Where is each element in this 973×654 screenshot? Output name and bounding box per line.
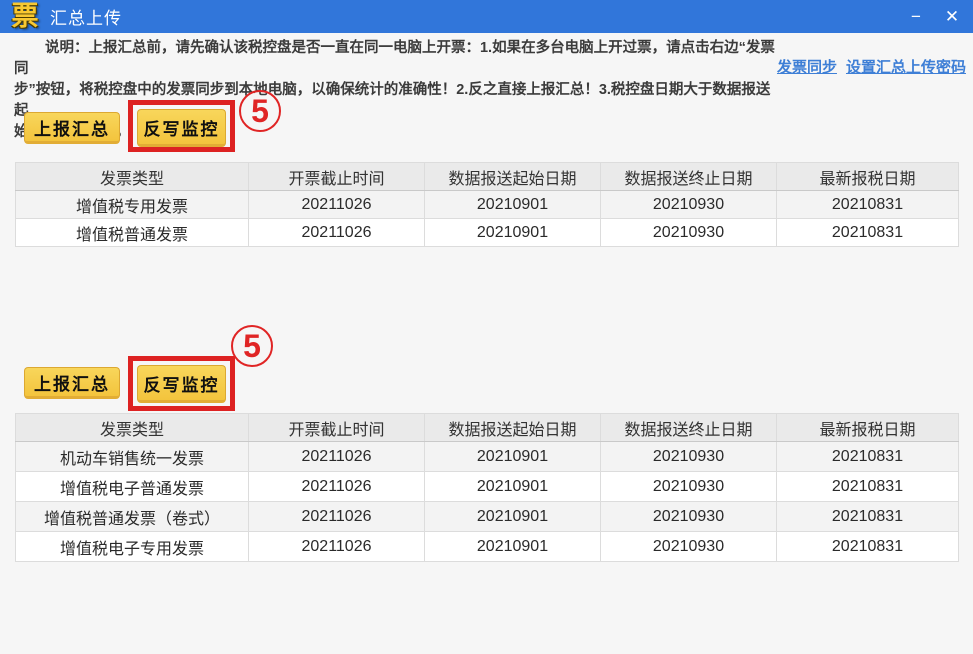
table-cell: 20210831 [776,471,959,502]
table-cell: 20210831 [776,441,959,472]
table-cell: 20210901 [424,471,601,502]
table-cell: 20211026 [248,218,425,247]
table-cell: 增值税电子普通发票 [15,471,249,502]
close-button[interactable]: ✕ [937,3,967,31]
column-header: 开票截止时间 [248,162,425,191]
table-cell: 20210901 [424,190,601,219]
table-row: 增值税专用发票 20211026 20210901 20210930 20210… [15,190,959,219]
table-cell: 20210930 [600,501,777,532]
note-line: 始日期才能上报。 [14,122,784,143]
writeback-monitor-button[interactable]: 反写监控 [137,365,226,403]
table-cell: 20210831 [776,190,959,219]
column-header: 发票类型 [15,413,249,442]
table-cell: 20211026 [248,531,425,562]
invoice-sync-link[interactable]: 发票同步 [777,56,837,77]
report-summary-button[interactable]: 上报汇总 [24,112,120,144]
table-cell: 20210831 [776,218,959,247]
invoice-table-2: 发票类型 开票截止时间 数据报送起始日期 数据报送终止日期 最新报税日期 机动车… [15,413,959,562]
table-cell: 20211026 [248,190,425,219]
table-cell: 20210901 [424,441,601,472]
top-right-links: 发票同步 设置汇总上传密码 [777,56,966,77]
table-cell: 20210930 [600,190,777,219]
report-summary-button[interactable]: 上报汇总 [24,367,120,399]
column-header: 开票截止时间 [248,413,425,442]
column-header: 最新报税日期 [776,162,959,191]
column-header: 最新报税日期 [776,413,959,442]
app-logo-icon: 票 [11,0,39,31]
column-header: 数据报送终止日期 [600,413,777,442]
column-header: 数据报送起始日期 [424,162,601,191]
table-cell: 20210901 [424,501,601,532]
table-cell: 增值税普通发票 [15,218,249,247]
table-row: 增值税电子普通发票 20211026 20210901 20210930 202… [15,471,959,502]
step-5-badge: 5 [231,325,273,367]
table-header-row: 发票类型 开票截止时间 数据报送起始日期 数据报送终止日期 最新报税日期 [15,413,959,442]
table-cell: 机动车销售统一发票 [15,441,249,472]
instruction-note: 说明：上报汇总前，请先确认该税控盘是否一直在同一电脑上开票：1.如果在多台电脑上… [14,38,784,143]
table-cell: 20210831 [776,531,959,562]
table-cell: 20210901 [424,531,601,562]
writeback-monitor-button[interactable]: 反写监控 [137,109,226,147]
table-cell: 20210831 [776,501,959,532]
table-cell: 增值税电子专用发票 [15,531,249,562]
summary-upload-window: 票 汇总上传 − ✕ 说明：上报汇总前，请先确认该税控盘是否一直在同一电脑上开票… [0,0,973,654]
set-upload-password-link[interactable]: 设置汇总上传密码 [846,56,966,77]
table-cell: 增值税专用发票 [15,190,249,219]
table-row: 增值税普通发票 20211026 20210901 20210930 20210… [15,218,959,247]
table-header-row: 发票类型 开票截止时间 数据报送起始日期 数据报送终止日期 最新报税日期 [15,162,959,191]
table-cell: 20210930 [600,471,777,502]
invoice-table-1: 发票类型 开票截止时间 数据报送起始日期 数据报送终止日期 最新报税日期 增值税… [15,162,959,247]
table-cell: 增值税普通发票（卷式） [15,501,249,532]
table-cell: 20211026 [248,471,425,502]
column-header: 数据报送起始日期 [424,413,601,442]
minimize-button[interactable]: − [901,3,931,31]
window-controls: − ✕ [901,0,967,33]
window-title: 汇总上传 [50,9,122,28]
column-header: 数据报送终止日期 [600,162,777,191]
table-cell: 20210930 [600,218,777,247]
table-cell: 20210901 [424,218,601,247]
table-row: 增值税电子专用发票 20211026 20210901 20210930 202… [15,531,959,562]
table-row: 机动车销售统一发票 20211026 20210901 20210930 202… [15,441,959,472]
note-line: 说明：上报汇总前，请先确认该税控盘是否一直在同一电脑上开票：1.如果在多台电脑上… [14,40,775,77]
table-cell: 20210930 [600,531,777,562]
table-cell: 20210930 [600,441,777,472]
table-cell: 20211026 [248,441,425,472]
column-header: 发票类型 [15,162,249,191]
table-row: 增值税普通发票（卷式） 20211026 20210901 20210930 2… [15,501,959,532]
titlebar: 票 汇总上传 − ✕ [0,0,973,33]
note-line: 步”按钮，将税控盘中的发票同步到本地电脑，以确保统计的准确性！2.反之直接上报汇… [14,82,771,119]
table-cell: 20211026 [248,501,425,532]
